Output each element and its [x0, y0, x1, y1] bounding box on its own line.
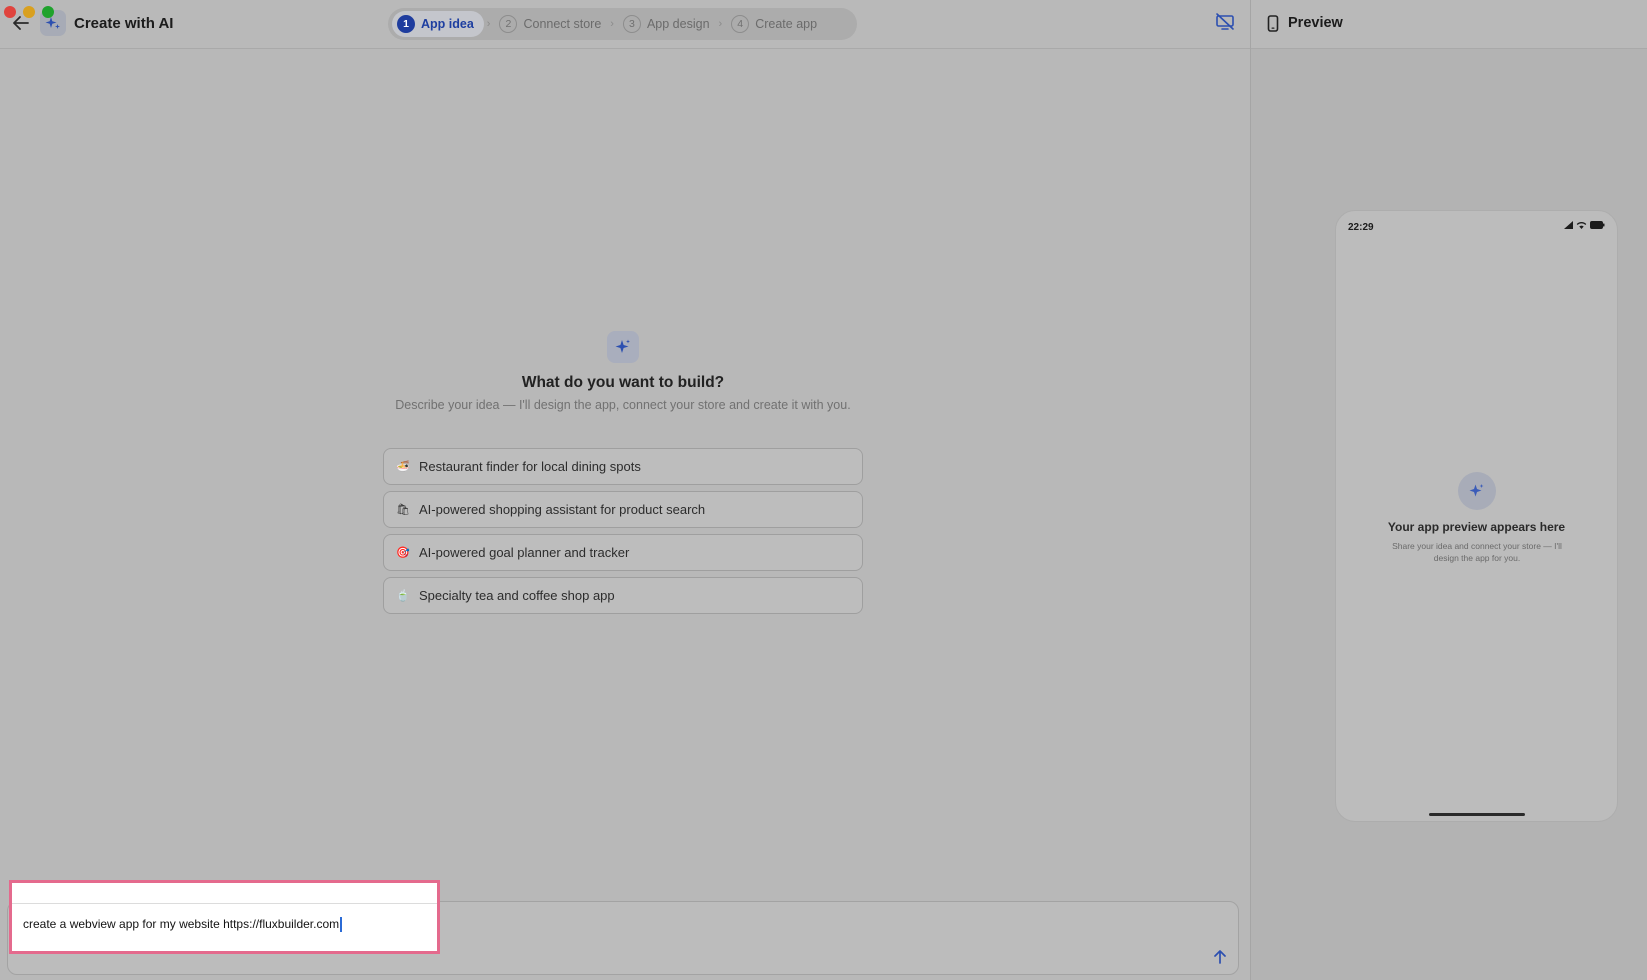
wifi-icon: [1576, 222, 1587, 229]
tea-cup-icon: 🍵: [396, 590, 410, 602]
step-app-idea[interactable]: 1 App idea: [392, 11, 484, 37]
step-label: App design: [646, 17, 710, 31]
divider: [12, 903, 437, 904]
build-heading: What do you want to build?: [521, 374, 725, 391]
cellular-signal-icon: [1564, 221, 1573, 229]
prompt-input-value-wrap: create a webview app for my website http…: [23, 917, 342, 933]
target-icon: 🎯: [396, 547, 410, 559]
phone-time: 22:29: [1348, 222, 1374, 233]
step-create-app[interactable]: 4 Create app: [725, 11, 823, 37]
maximize-window-button[interactable]: [42, 6, 54, 18]
suggestion-label: Restaurant finder for local dining spots: [419, 459, 641, 474]
step-number: 1: [397, 15, 415, 33]
suggestion-shopping-assistant[interactable]: 🛍 AI-powered shopping assistant for prod…: [383, 491, 863, 528]
close-window-button[interactable]: [4, 6, 16, 18]
chevron-right-icon: ›: [718, 18, 723, 30]
step-app-design[interactable]: 3 App design: [617, 11, 716, 37]
phone-status-icons: [1564, 221, 1605, 229]
suggestion-label: Specialty tea and coffee shop app: [419, 588, 615, 603]
sparkle-icon: [1458, 472, 1496, 510]
hide-preview-button[interactable]: [1215, 13, 1237, 35]
step-label: Connect store: [523, 17, 602, 31]
suggestion-tea-coffee-shop[interactable]: 🍵 Specialty tea and coffee shop app: [383, 577, 863, 614]
phone-mockup: 22:29 Your app preview appears here Shar…: [1335, 210, 1618, 822]
preview-header: Preview: [1251, 0, 1647, 49]
preview-pane: Preview 22:29 Your app preview appears h…: [1250, 0, 1647, 980]
chevron-right-icon: ›: [486, 18, 491, 30]
step-label: Create app: [755, 17, 818, 31]
noodle-bowl-icon: 🍜: [396, 461, 410, 473]
suggestion-list: 🍜 Restaurant finder for local dining spo…: [383, 448, 863, 620]
prompt-input[interactable]: create a webview app for my website http…: [9, 880, 440, 954]
window-controls: [4, 6, 54, 18]
shopping-bag-icon: 🛍: [396, 504, 410, 516]
arrow-left-icon: [13, 16, 29, 30]
sparkle-icon: [607, 331, 639, 363]
suggestion-goal-planner[interactable]: 🎯 AI-powered goal planner and tracker: [383, 534, 863, 571]
screen-off-icon: [1216, 13, 1234, 30]
text-caret: [340, 917, 342, 933]
step-progress: 1 App idea › 2 Connect store › 3 App des…: [388, 8, 857, 40]
chevron-right-icon: ›: [610, 18, 614, 30]
step-label: App idea: [421, 17, 474, 31]
prompt-input-value: create a webview app for my website http…: [23, 917, 340, 931]
page-title: Create with AI: [74, 15, 174, 32]
send-button[interactable]: [1209, 946, 1231, 968]
preview-title: Preview: [1288, 15, 1343, 31]
step-number: 4: [731, 15, 750, 33]
step-number: 3: [622, 15, 641, 33]
preview-empty-title: Your app preview appears here: [1387, 520, 1566, 534]
top-bar: Create with AI 1 App idea › 2 Connect st…: [0, 0, 1250, 49]
battery-icon: [1590, 221, 1605, 229]
main-pane: Create with AI 1 App idea › 2 Connect st…: [0, 0, 1250, 980]
suggestion-restaurant-finder[interactable]: 🍜 Restaurant finder for local dining spo…: [383, 448, 863, 485]
suggestion-label: AI-powered shopping assistant for produc…: [419, 502, 706, 517]
step-number: 2: [499, 15, 518, 33]
build-subheading: Describe your idea — I'll design the app…: [395, 398, 851, 412]
suggestion-label: AI-powered goal planner and tracker: [419, 545, 630, 560]
arrow-up-icon: [1214, 950, 1226, 964]
preview-empty-subtitle: Share your idea and connect your store —…: [1392, 541, 1562, 563]
phone-icon: [1267, 15, 1279, 32]
step-connect-store[interactable]: 2 Connect store: [493, 11, 607, 37]
home-indicator: [1429, 813, 1525, 816]
minimize-window-button[interactable]: [23, 6, 35, 18]
